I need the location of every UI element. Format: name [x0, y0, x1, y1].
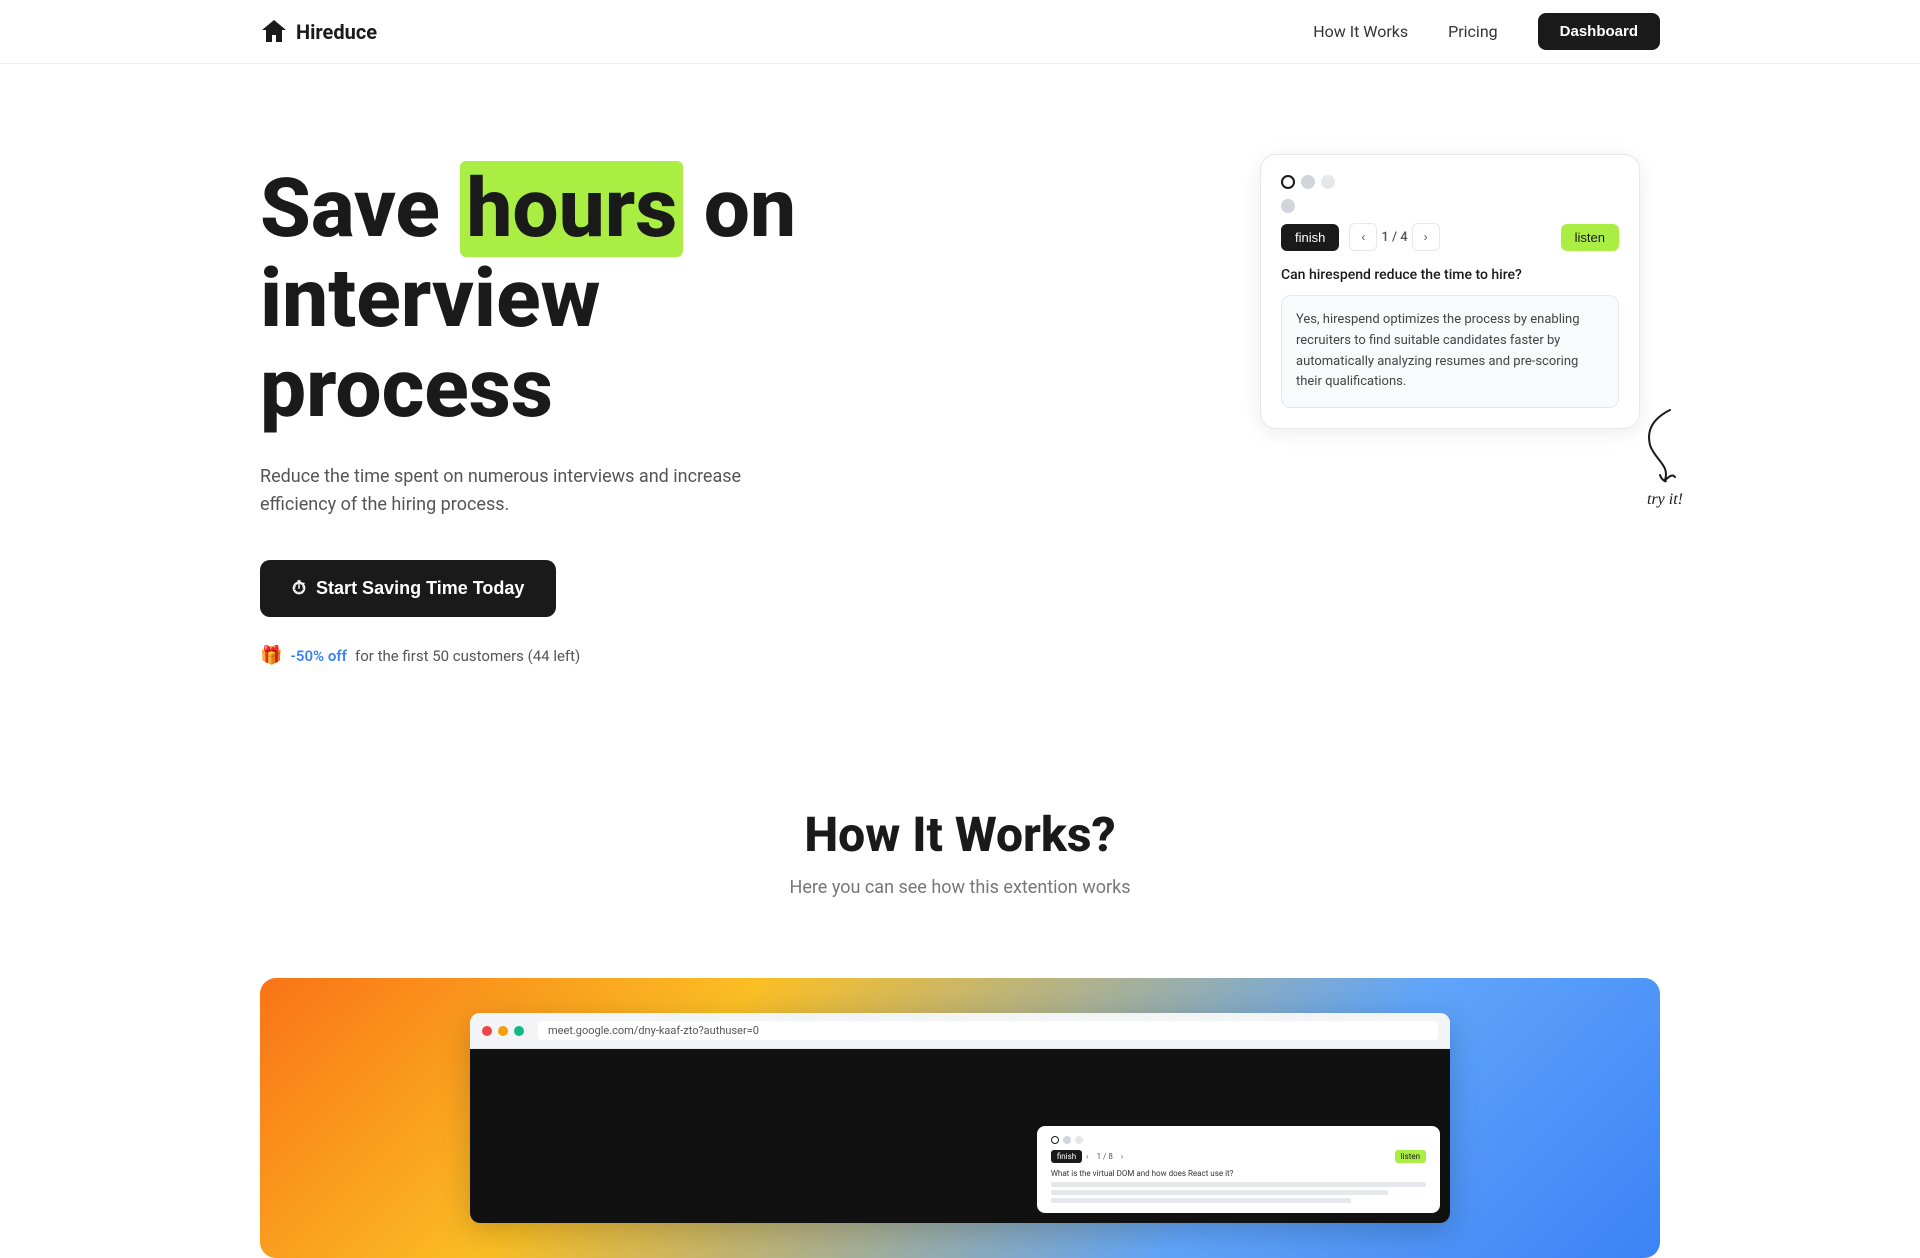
mini-dot-3: [1075, 1136, 1083, 1144]
mini-question: What is the virtual DOM and how does Rea…: [1051, 1169, 1426, 1178]
mini-finish: finish: [1051, 1150, 1082, 1163]
mini-page: 1 / 8: [1097, 1152, 1113, 1161]
navbar-links: How It Works Pricing Dashboard: [1313, 13, 1660, 50]
listen-button[interactable]: listen: [1561, 224, 1619, 251]
title-highlight: hours: [460, 161, 683, 257]
promo-description: for the first 50 customers (44 left): [355, 647, 580, 665]
nav-arrows: ‹ 1 / 4 ›: [1349, 223, 1439, 251]
how-it-works-section: How It Works? Here you can see how this …: [0, 726, 1920, 938]
cta-button[interactable]: ⏱ Start Saving Time Today: [260, 560, 556, 617]
cta-label: Start Saving Time Today: [316, 578, 524, 599]
browser-topbar: meet.google.com/dny-kaaf-zto?authuser=0: [470, 1013, 1450, 1049]
mini-listen: listen: [1395, 1150, 1426, 1163]
mini-line-1: [1051, 1182, 1426, 1187]
browser-dot-yellow: [498, 1026, 508, 1036]
try-it-label: try it!: [1647, 491, 1683, 509]
hero-title: Save hours oninterviewprocess: [260, 164, 980, 435]
browser-url: meet.google.com/dny-kaaf-zto?authuser=0: [538, 1021, 1438, 1040]
cta-area: ⏱ Start Saving Time Today: [260, 560, 980, 637]
dashboard-button[interactable]: Dashboard: [1538, 13, 1660, 50]
demo-image-container: meet.google.com/dny-kaaf-zto?authuser=0 …: [260, 978, 1660, 1258]
dot-2: [1301, 175, 1315, 189]
title-part1: Save: [260, 161, 460, 257]
mini-line-3: [1051, 1198, 1351, 1203]
hero-right: finish ‹ 1 / 4 › listen Can hirespend re…: [1260, 144, 1660, 429]
browser-dot-green: [514, 1026, 524, 1036]
promo-text: 🎁 -50% off for the first 50 customers (4…: [260, 645, 980, 666]
logo-link[interactable]: Hireduce: [260, 18, 377, 46]
dot-4: [1281, 199, 1295, 213]
section-title: How It Works?: [260, 806, 1660, 863]
mini-line-2: [1051, 1190, 1389, 1195]
promo-badge: -50% off: [290, 647, 347, 665]
widget-dots: [1281, 175, 1619, 189]
clock-icon: ⏱: [292, 578, 306, 599]
gift-icon: 🎁: [260, 645, 282, 666]
widget-controls: finish ‹ 1 / 4 › listen: [1281, 223, 1619, 251]
mini-demo-widget: finish ‹ 1 / 8 › listen What is the virt…: [1037, 1126, 1440, 1213]
browser-content: finish ‹ 1 / 8 › listen What is the virt…: [470, 1049, 1450, 1223]
try-it-area: try it!: [1640, 405, 1690, 509]
hero-section: Save hours oninterviewprocess Reduce the…: [0, 64, 1920, 726]
prev-button[interactable]: ‹: [1349, 223, 1377, 251]
finish-button[interactable]: finish: [1281, 224, 1339, 251]
demo-widget: finish ‹ 1 / 4 › listen Can hirespend re…: [1260, 154, 1640, 429]
logo-icon: [260, 18, 288, 46]
nav-how-it-works[interactable]: How It Works: [1313, 22, 1408, 41]
hero-subtitle: Reduce the time spent on numerous interv…: [260, 463, 780, 521]
mini-widget-dots: [1051, 1136, 1426, 1144]
navbar: Hireduce How It Works Pricing Dashboard: [0, 0, 1920, 64]
page-indicator: 1 / 4: [1381, 230, 1407, 245]
dot-3: [1321, 175, 1335, 189]
mini-controls: finish ‹ 1 / 8 › listen: [1051, 1150, 1426, 1163]
hero-left: Save hours oninterviewprocess Reduce the…: [260, 144, 980, 666]
dot-1: [1281, 175, 1295, 189]
widget-answer: Yes, hirespend optimizes the process by …: [1281, 295, 1619, 408]
logo-text: Hireduce: [296, 20, 377, 44]
widget-question: Can hirespend reduce the time to hire?: [1281, 267, 1619, 283]
demo-browser-mockup: meet.google.com/dny-kaaf-zto?authuser=0 …: [470, 1013, 1450, 1223]
widget-answer-text: Yes, hirespend optimizes the process by …: [1296, 312, 1580, 389]
mini-answer-lines: [1051, 1182, 1426, 1203]
next-button[interactable]: ›: [1412, 223, 1440, 251]
browser-dot-red: [482, 1026, 492, 1036]
mini-dot-1: [1051, 1136, 1059, 1144]
nav-pricing[interactable]: Pricing: [1448, 22, 1498, 41]
mini-dot-2: [1063, 1136, 1071, 1144]
try-it-arrow-svg: [1640, 405, 1690, 485]
section-subtitle: Here you can see how this extention work…: [260, 877, 1660, 898]
